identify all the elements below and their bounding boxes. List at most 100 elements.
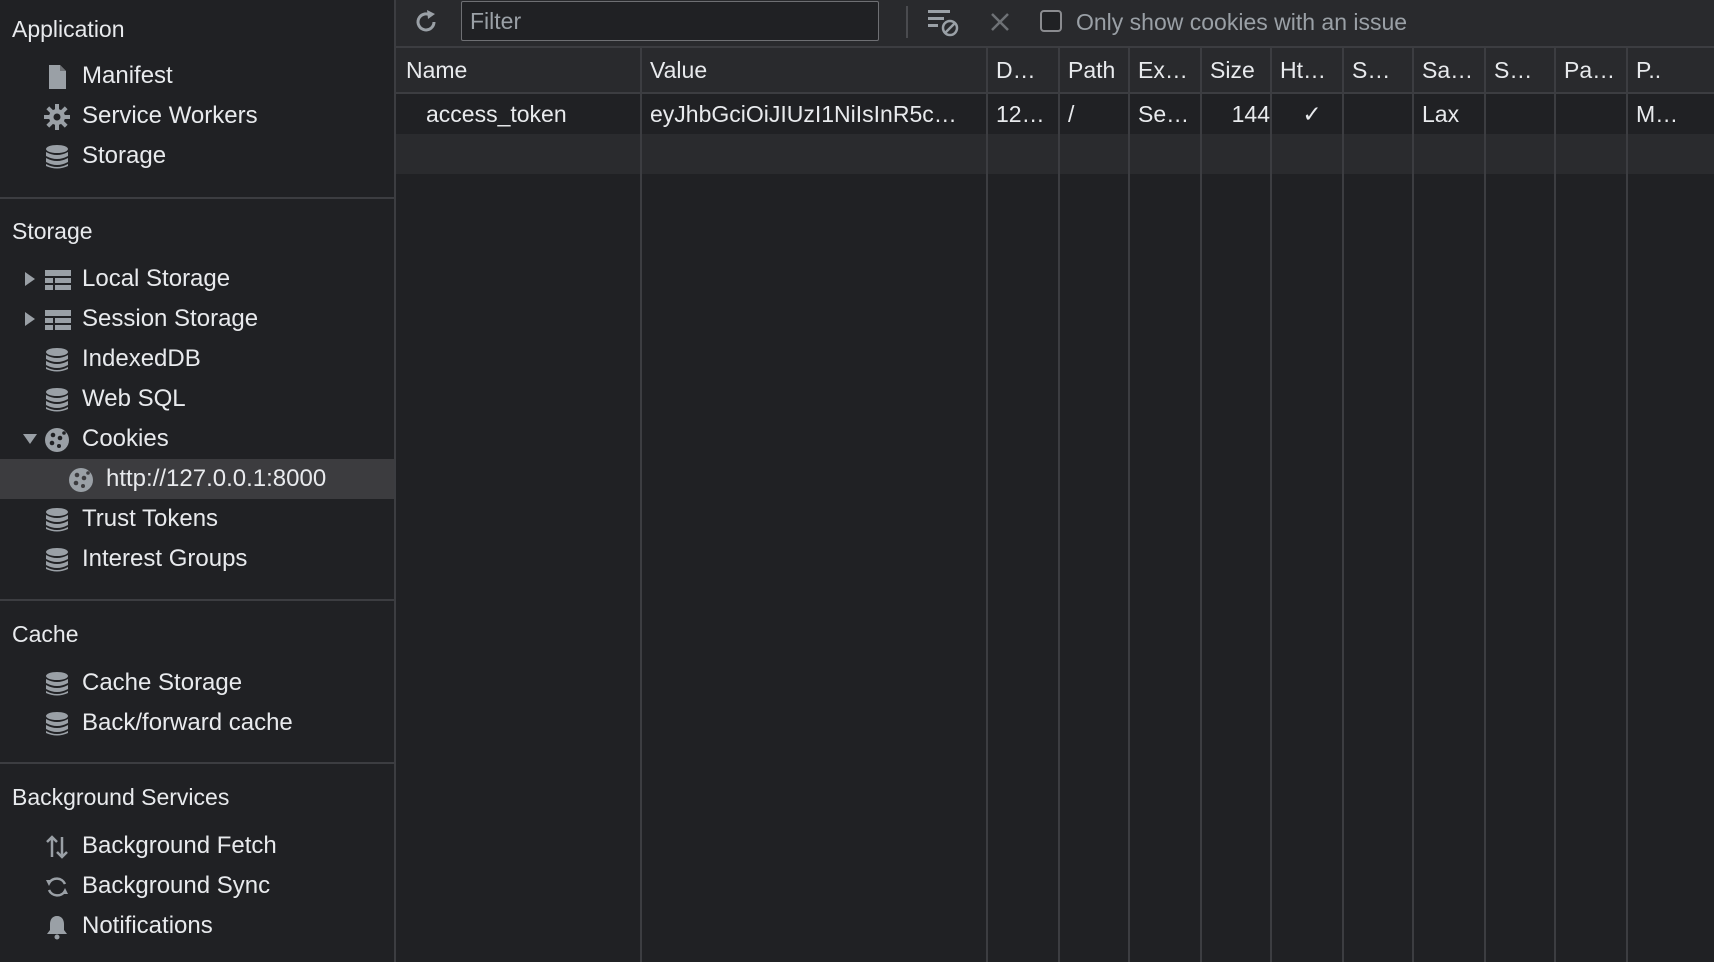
column-divider[interactable] bbox=[1342, 48, 1344, 962]
sidebar-item-label: Local Storage bbox=[82, 265, 231, 292]
chevron-right-icon[interactable] bbox=[22, 271, 38, 287]
sidebar-item-background-fetch[interactable]: Background Fetch bbox=[0, 826, 394, 866]
close-icon[interactable] bbox=[986, 8, 1014, 36]
table-header: Name Value D… Path Ex… Size Ht… S… Sa… S… bbox=[396, 48, 1714, 94]
column-header-value[interactable]: Value bbox=[650, 57, 980, 84]
database-icon bbox=[44, 711, 70, 737]
sidebar-item-label: Cache Storage bbox=[82, 669, 243, 696]
bell-icon bbox=[44, 914, 70, 940]
column-header-secure[interactable]: S… bbox=[1352, 57, 1416, 84]
sidebar-item-manifest[interactable]: Manifest bbox=[0, 56, 394, 96]
sidebar-item-service-workers[interactable]: Service Workers bbox=[0, 96, 394, 136]
sidebar-item-label: Storage bbox=[82, 142, 167, 169]
sidebar-item-label: Interest Groups bbox=[82, 545, 248, 572]
column-divider[interactable] bbox=[1554, 48, 1556, 962]
database-icon bbox=[44, 507, 70, 533]
sidebar-item-notifications[interactable]: Notifications bbox=[0, 906, 394, 946]
sidebar-item-label: Session Storage bbox=[82, 305, 259, 332]
sync-icon bbox=[44, 874, 70, 900]
cookie-icon bbox=[68, 467, 94, 493]
table-icon bbox=[44, 267, 71, 293]
sidebar-item-interest-groups[interactable]: Interest Groups bbox=[0, 539, 394, 579]
section-title-cache: Cache bbox=[12, 621, 79, 647]
cell-samesite: Lax bbox=[1422, 101, 1460, 127]
table-row[interactable]: access_token eyJhbGciOiJIUzI1NiIsInR5c… … bbox=[396, 94, 1714, 134]
file-icon bbox=[44, 64, 70, 90]
only-issues-checkbox[interactable] bbox=[1040, 10, 1062, 32]
column-divider[interactable] bbox=[1484, 48, 1486, 962]
column-header-name[interactable]: Name bbox=[406, 57, 636, 84]
sidebar-item-label: Manifest bbox=[82, 62, 173, 89]
column-divider[interactable] bbox=[1058, 48, 1060, 962]
toolbar-divider bbox=[906, 6, 908, 38]
section-title-background-services: Background Services bbox=[12, 784, 230, 810]
chevron-down-icon[interactable] bbox=[22, 431, 38, 447]
column-divider[interactable] bbox=[1270, 48, 1272, 962]
sidebar-item-label: Background Sync bbox=[82, 872, 271, 899]
column-divider[interactable] bbox=[1412, 48, 1414, 962]
section-title-application: Application bbox=[12, 16, 125, 42]
column-divider[interactable] bbox=[1200, 48, 1202, 962]
only-issues-label[interactable]: Only show cookies with an issue bbox=[1076, 9, 1407, 36]
filter-input[interactable] bbox=[461, 1, 879, 41]
column-header-expires[interactable]: Ex… bbox=[1138, 57, 1202, 84]
devtools-application-panel: Application Manifest Service Workers Sto… bbox=[0, 0, 1714, 962]
refresh-icon[interactable] bbox=[412, 8, 440, 36]
database-icon bbox=[44, 387, 70, 413]
sidebar-item-back-forward-cache[interactable]: Back/forward cache bbox=[0, 703, 394, 743]
cookie-icon bbox=[44, 427, 70, 453]
sidebar-item-label: Notifications bbox=[82, 912, 213, 939]
sidebar-item-label: Background Fetch bbox=[82, 832, 277, 859]
section-title-storage: Storage bbox=[12, 218, 93, 244]
column-header-path[interactable]: Path bbox=[1068, 57, 1132, 84]
cell-domain: 12… bbox=[996, 101, 1045, 127]
column-header-size[interactable]: Size bbox=[1210, 57, 1274, 84]
sidebar-item-label: Trust Tokens bbox=[82, 505, 219, 532]
column-divider[interactable] bbox=[640, 48, 642, 962]
section-divider bbox=[0, 762, 394, 764]
database-icon bbox=[44, 144, 70, 170]
sidebar-item-label: IndexedDB bbox=[82, 345, 201, 372]
sidebar-item-label: Web SQL bbox=[82, 385, 186, 412]
sidebar-item-background-sync[interactable]: Background Sync bbox=[0, 866, 394, 906]
column-header-domain[interactable]: D… bbox=[996, 57, 1060, 84]
clear-filtered-cookies-icon[interactable] bbox=[926, 6, 960, 38]
column-divider[interactable] bbox=[986, 48, 988, 962]
sidebar: Application Manifest Service Workers Sto… bbox=[0, 0, 396, 962]
sidebar-item-local-storage[interactable]: Local Storage bbox=[0, 259, 394, 299]
sidebar-item-cookies[interactable]: Cookies bbox=[0, 419, 394, 459]
cookies-table: Name Value D… Path Ex… Size Ht… S… Sa… S… bbox=[396, 48, 1714, 962]
sidebar-item-cookie-origin[interactable]: http://127.0.0.1:8000 bbox=[0, 459, 394, 499]
column-header-httponly[interactable]: Ht… bbox=[1280, 57, 1344, 84]
sidebar-item-trust-tokens[interactable]: Trust Tokens bbox=[0, 499, 394, 539]
column-header-priority[interactable]: P.. bbox=[1636, 57, 1706, 84]
gear-icon bbox=[44, 104, 70, 130]
cell-size: 144 bbox=[1231, 101, 1270, 127]
column-header-samesite[interactable]: Sa… bbox=[1422, 57, 1486, 84]
database-icon bbox=[44, 347, 70, 373]
sidebar-item-label: Service Workers bbox=[82, 102, 258, 129]
database-icon bbox=[44, 547, 70, 573]
section-divider bbox=[0, 197, 394, 199]
cell-expires: Se… bbox=[1138, 101, 1190, 127]
section-divider bbox=[0, 599, 394, 601]
database-icon bbox=[44, 671, 70, 697]
arrows-updown-icon bbox=[44, 834, 70, 860]
sidebar-item-web-sql[interactable]: Web SQL bbox=[0, 379, 394, 419]
cell-name: access_token bbox=[426, 101, 567, 127]
sidebar-item-indexeddb[interactable]: IndexedDB bbox=[0, 339, 394, 379]
sidebar-item-session-storage[interactable]: Session Storage bbox=[0, 299, 394, 339]
sidebar-item-label: Back/forward cache bbox=[82, 709, 293, 736]
column-divider[interactable] bbox=[1128, 48, 1130, 962]
chevron-right-icon[interactable] bbox=[22, 311, 38, 327]
column-header-partition-key[interactable]: Pa… bbox=[1564, 57, 1628, 84]
sidebar-item-cache-storage[interactable]: Cache Storage bbox=[0, 663, 394, 703]
toolbar: Only show cookies with an issue bbox=[396, 0, 1714, 48]
column-header-sameparty[interactable]: S… bbox=[1494, 57, 1558, 84]
table-filler-row bbox=[396, 134, 1714, 174]
sidebar-item-storage[interactable]: Storage bbox=[0, 136, 394, 176]
sidebar-item-label: http://127.0.0.1:8000 bbox=[106, 465, 327, 492]
cell-path: / bbox=[1068, 101, 1075, 127]
cell-value: eyJhbGciOiJIUzI1NiIsInR5c… bbox=[650, 101, 957, 127]
column-divider[interactable] bbox=[1626, 48, 1628, 962]
